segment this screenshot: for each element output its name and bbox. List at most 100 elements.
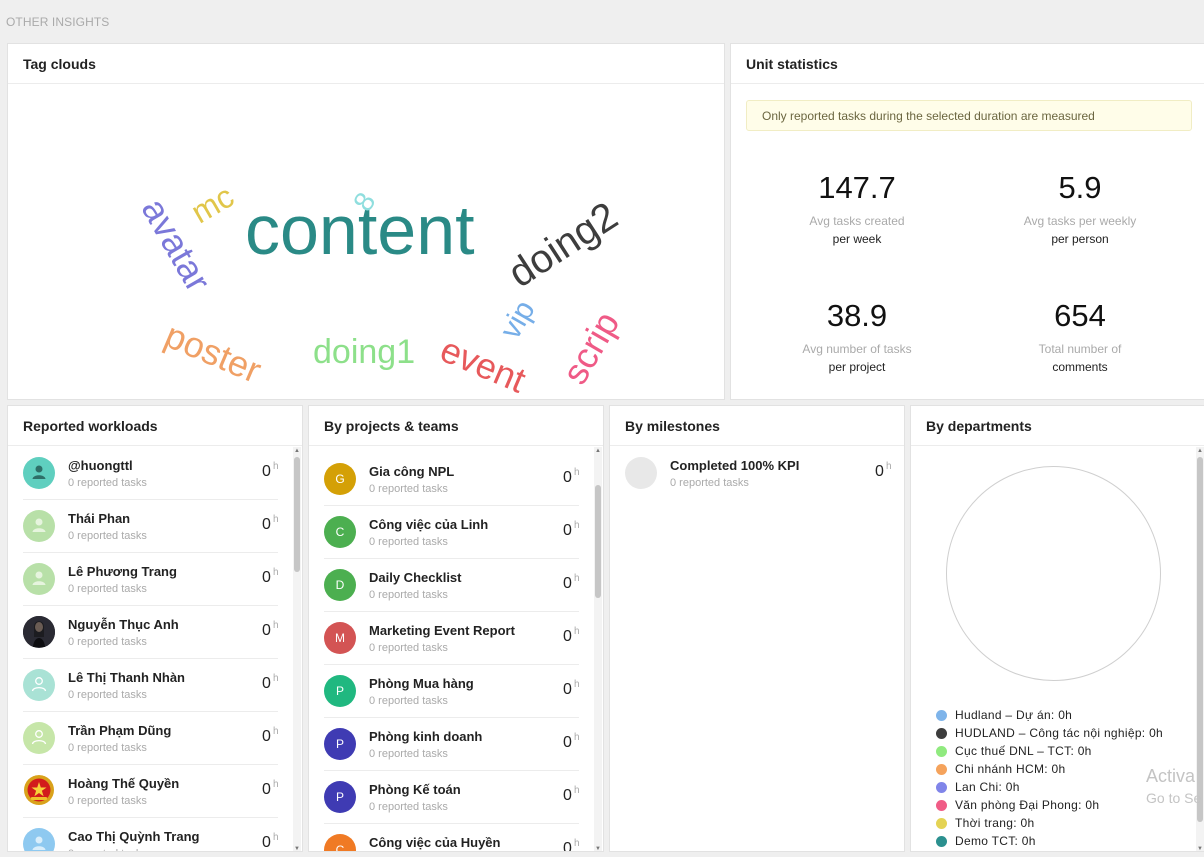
tag-doing2[interactable]: doing2: [501, 194, 626, 296]
tag-scrip[interactable]: scrip: [554, 305, 628, 391]
workload-list[interactable]: @huongttl 0 reported tasks 0 h Thái Phan 0 re…: [8, 447, 302, 851]
project-initial-icon: G: [324, 463, 356, 495]
workload-scrollbar[interactable]: ▲ ▼: [293, 447, 301, 851]
item-reported-tasks: 0 reported tasks: [369, 483, 448, 495]
item-hours: 0: [262, 834, 271, 851]
milestones-card: By milestones Completed 100% KPI 0 report…: [609, 405, 905, 852]
item-hours: 0: [262, 728, 271, 745]
legend-label: Demo TCT: 0h: [955, 834, 1036, 848]
project-row[interactable]: M Marketing Event Report 0 reported tasks 0…: [324, 612, 580, 665]
workload-row[interactable]: Hoàng Thế Quyền 0 reported tasks 0 h: [23, 765, 279, 818]
scroll-up-arrow[interactable]: ▲: [293, 447, 301, 455]
item-reported-tasks: 0 reported tasks: [68, 795, 147, 807]
hours-unit: h: [273, 567, 279, 578]
item-name: Gia công NPL: [369, 464, 455, 479]
legend-item[interactable]: Thời trang: 0h: [936, 816, 1034, 830]
stat-label: Avg tasks per weekly: [1023, 214, 1137, 228]
hours-unit: h: [273, 514, 279, 525]
scroll-thumb[interactable]: [294, 457, 300, 572]
item-hours: 0: [563, 628, 572, 645]
hours-unit: h: [574, 520, 580, 531]
project-row[interactable]: P Phòng Mua hàng 0 reported tasks 0 h: [324, 665, 580, 718]
project-list[interactable]: G Gia công NPL 0 reported tasks 0 h C Công việ…: [309, 447, 603, 851]
workload-row[interactable]: Thái Phan 0 reported tasks 0 h: [23, 500, 279, 553]
project-initial: P: [335, 790, 344, 804]
milestone-row[interactable]: Completed 100% KPI 0 reported tasks 0 h: [625, 447, 893, 500]
scroll-down-arrow[interactable]: ▼: [1196, 845, 1204, 851]
tag-poster[interactable]: poster: [159, 314, 267, 391]
legend-item[interactable]: Chi nhánh HCM: 0h: [936, 762, 1066, 776]
national-emblem-icon: [23, 775, 55, 807]
project-initial: C: [335, 843, 345, 851]
scroll-thumb[interactable]: [1197, 457, 1203, 822]
scroll-down-arrow[interactable]: ▼: [594, 845, 602, 851]
workload-row[interactable]: Trần Phạm Dũng 0 reported tasks 0 h: [23, 712, 279, 765]
stat-value: 147.7: [818, 170, 896, 205]
hours-unit: h: [886, 461, 892, 472]
project-row[interactable]: P Phòng Kế toán 0 reported tasks 0 h: [324, 771, 580, 824]
project-row[interactable]: P Phòng kinh doanh 0 reported tasks 0 h: [324, 718, 580, 771]
stat-label: Total number of: [1038, 342, 1122, 356]
project-row[interactable]: CCông việc của Huyền0 reported tasks0h: [324, 824, 580, 851]
scroll-up-arrow[interactable]: ▲: [1196, 447, 1204, 455]
item-hours: 0: [262, 781, 271, 798]
legend-item[interactable]: Hudland – Dự án: 0h: [936, 708, 1072, 722]
project-row[interactable]: C Công việc của Linh 0 reported tasks 0 h: [324, 506, 580, 559]
workload-row[interactable]: @huongttl 0 reported tasks 0 h: [23, 447, 279, 500]
stat-tasks-per-project: 38.9 Avg number of tasks per project: [747, 300, 967, 374]
avatar: [23, 563, 55, 595]
stat-value: 654: [1054, 298, 1106, 333]
measure-notice: Only reported tasks during the selected …: [746, 100, 1192, 131]
stat-sublabel: per person: [1051, 232, 1109, 246]
project-row[interactable]: D Daily Checklist 0 reported tasks 0 h: [324, 559, 580, 612]
tag-doing1[interactable]: doing1: [313, 335, 415, 369]
item-name: Phòng Mua hàng: [369, 676, 474, 691]
tag-mc[interactable]: mc: [185, 178, 240, 231]
item-hours: 0: [563, 787, 572, 804]
scroll-thumb[interactable]: [595, 485, 601, 598]
item-hours: 0: [262, 675, 271, 692]
item-reported-tasks: 0 reported tasks: [369, 536, 448, 548]
stat-label: Avg tasks created: [809, 214, 905, 228]
person-icon: [30, 463, 48, 484]
project-row[interactable]: G Gia công NPL 0 reported tasks 0 h: [324, 453, 580, 506]
workload-row[interactable]: Lê Thị Thanh Nhàn 0 reported tasks 0 h: [23, 659, 279, 712]
workload-row[interactable]: Lê Phương Trang 0 reported tasks 0 h: [23, 553, 279, 606]
stat-value: 38.9: [826, 298, 888, 333]
project-scrollbar[interactable]: ▲ ▼: [594, 447, 602, 851]
milestone-list[interactable]: Completed 100% KPI 0 reported tasks 0 h: [610, 447, 904, 851]
tag-cloud: content doing2 avatar mc 8 poster doing1…: [8, 85, 724, 399]
person-icon: [30, 675, 48, 696]
avatar: [23, 457, 55, 489]
project-initial-icon: C: [324, 834, 356, 851]
item-name: Nguyễn Thục Anh: [68, 617, 179, 632]
legend-item[interactable]: HUDLAND – Công tác nội nghiệp: 0h: [936, 726, 1163, 740]
item-reported-tasks: 0 reported tasks: [68, 848, 147, 851]
item-hours: 0: [563, 681, 572, 698]
person-icon: [30, 516, 48, 537]
hours-unit: h: [574, 785, 580, 796]
legend-item[interactable]: Demo TCT: 0h: [936, 834, 1036, 848]
hours-unit: h: [574, 626, 580, 637]
item-hours: 0: [563, 522, 572, 539]
item-name: Trần Phạm Dũng: [68, 723, 172, 738]
workload-row[interactable]: Nguyễn Thục Anh 0 reported tasks 0 h: [23, 606, 279, 659]
item-reported-tasks: 0 reported tasks: [369, 642, 448, 654]
workload-row[interactable]: Cao Thị Quỳnh Trang 0 reported tasks 0h: [23, 818, 279, 851]
legend-item[interactable]: Cục thuế DNL – TCT: 0h: [936, 744, 1092, 758]
departments-pie[interactable]: [946, 466, 1161, 681]
item-reported-tasks: 0 reported tasks: [68, 530, 147, 542]
stat-tasks-per-week: 147.7 Avg tasks created per week: [747, 172, 967, 246]
legend-item[interactable]: Văn phòng Đại Phong: 0h: [936, 798, 1099, 812]
tag-vip[interactable]: vip: [494, 295, 542, 345]
item-name: Cao Thị Quỳnh Trang: [68, 829, 200, 844]
legend-item[interactable]: Lan Chi: 0h: [936, 780, 1020, 794]
scroll-up-arrow[interactable]: ▲: [594, 447, 602, 455]
project-initial: D: [335, 578, 345, 592]
item-hours: 0: [262, 516, 271, 533]
item-reported-tasks: 0 reported tasks: [68, 636, 147, 648]
item-name: Hoàng Thế Quyền: [68, 776, 180, 791]
item-name: @huongttl: [68, 458, 133, 473]
scroll-down-arrow[interactable]: ▼: [293, 845, 301, 851]
milestones-title: By milestones: [610, 406, 904, 446]
